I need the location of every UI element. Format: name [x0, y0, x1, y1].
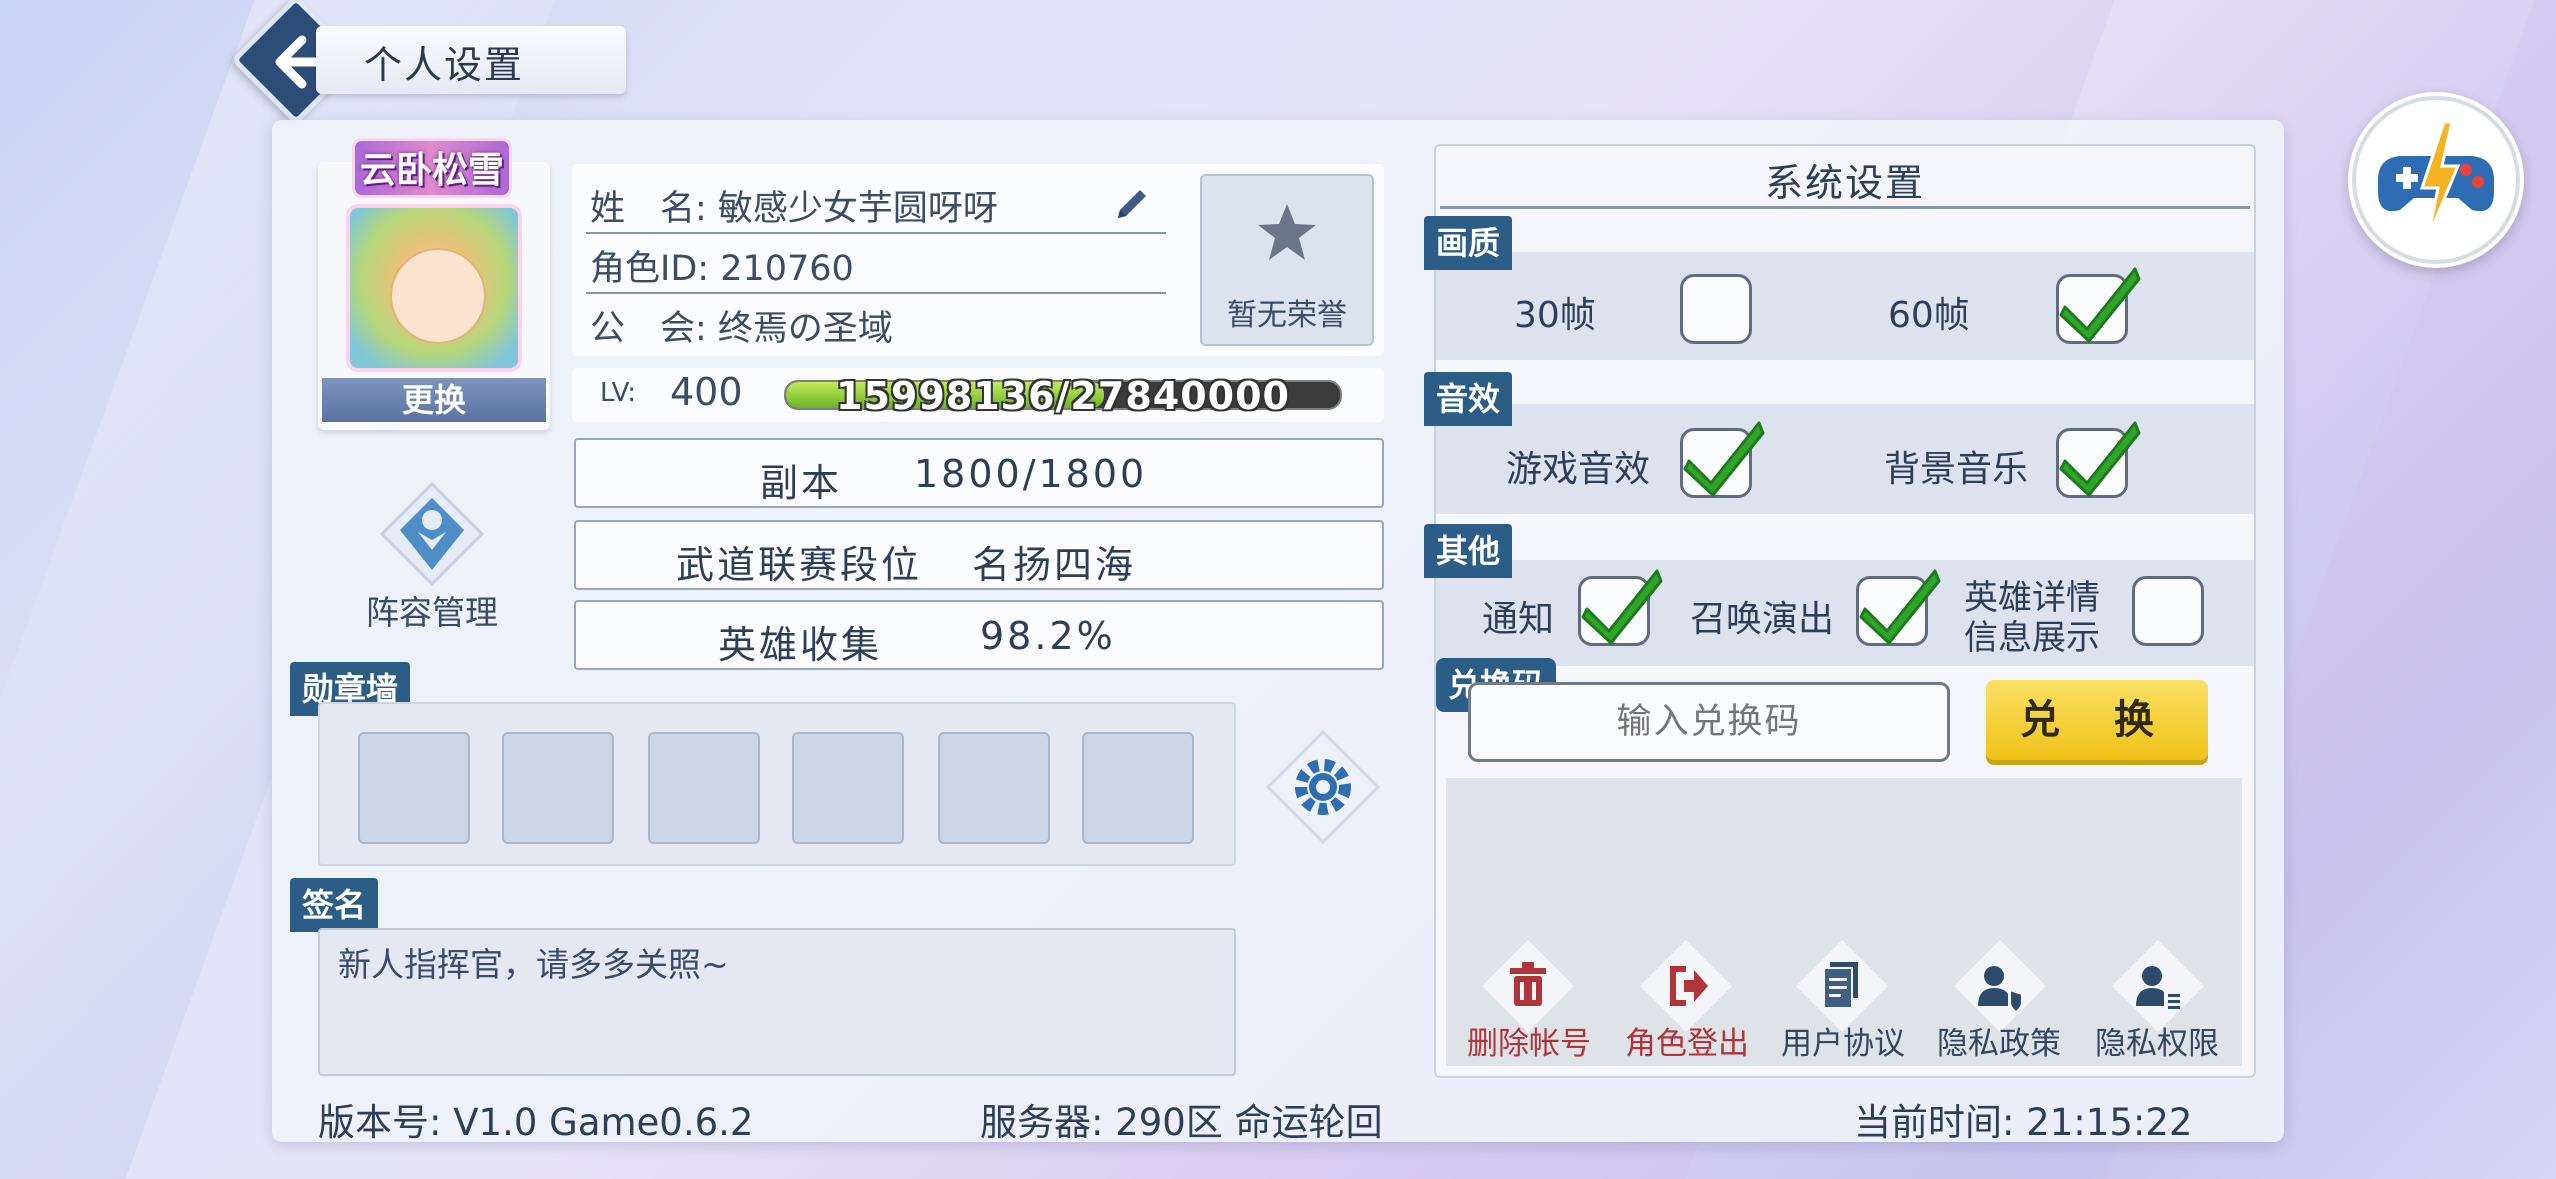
page-title: 个人设置	[364, 43, 525, 87]
other-tab: 其他	[1424, 524, 1513, 578]
version-label: 版本号: V1.0 Game0.6.2	[318, 1101, 754, 1144]
logout-button[interactable]: 角色登出	[1602, 1018, 1772, 1063]
level-label: LV:	[600, 378, 637, 408]
system-settings-title: 系统设置	[1764, 161, 1925, 205]
star-icon	[1254, 200, 1320, 266]
checkmark-icon	[1683, 421, 1765, 497]
hero-detail-label-2: 信息展示	[1964, 618, 2100, 658]
privacy-permissions-button[interactable]: 隐私权限	[2072, 1018, 2242, 1063]
stat-row-league: 武道联赛段位 名扬四海	[574, 520, 1384, 590]
gamepad-icon	[2352, 96, 2520, 264]
bgm-label: 背景音乐	[1884, 449, 2029, 490]
signature-tab: 签名	[290, 878, 379, 932]
sound-tab: 音效	[1424, 372, 1513, 426]
lineup-icon[interactable]	[378, 480, 486, 588]
honor-label: 暂无荣誉	[1227, 298, 1347, 333]
delete-account-button[interactable]: 删除帐号	[1444, 1018, 1614, 1063]
summon-label: 召唤演出	[1690, 599, 1835, 640]
medal-slot[interactable]	[502, 732, 614, 844]
signature-text: 新人指挥官，请多多关照~	[338, 945, 729, 984]
exp-text: 15998136/27840000	[836, 374, 1290, 418]
medal-slot[interactable]	[648, 732, 760, 844]
medal-slot[interactable]	[938, 732, 1050, 844]
level-value: 400	[670, 370, 743, 414]
fps60-checkbox[interactable]	[2056, 267, 2141, 344]
quality-tab: 画质	[1424, 216, 1513, 270]
fps60-label: 60帧	[1888, 295, 1970, 336]
avatar[interactable]	[346, 204, 522, 372]
role-id-row: 角色ID: 210760	[590, 249, 854, 289]
checkmark-icon	[1859, 569, 1941, 645]
gear-icon[interactable]	[1264, 728, 1382, 846]
change-avatar-button[interactable]: 更换	[322, 378, 546, 422]
game-sound-label: 游戏音效	[1506, 449, 1651, 490]
fps30-label: 30帧	[1514, 295, 1596, 336]
summon-checkbox[interactable]	[1856, 569, 1941, 646]
redeem-code-input[interactable]	[1468, 682, 1950, 762]
notify-checkbox[interactable]	[1578, 569, 1663, 646]
bgm-checkbox[interactable]	[2056, 421, 2141, 498]
medal-slot[interactable]	[792, 732, 904, 844]
checkmark-icon	[2059, 267, 2141, 343]
server-label: 服务器: 290区 命运轮回	[980, 1101, 1383, 1144]
medal-slot[interactable]	[1082, 732, 1194, 844]
current-time-label: 当前时间: 21:15:22	[1854, 1101, 2193, 1144]
user-agreement-button[interactable]: 用户协议	[1758, 1018, 1928, 1063]
medal-slot[interactable]	[358, 732, 470, 844]
edit-name-icon[interactable]	[1110, 182, 1154, 226]
game-sound-checkbox[interactable]	[1680, 421, 1765, 498]
stat-row-dungeon: 副本 1800/1800	[574, 438, 1384, 508]
privacy-policy-button[interactable]: 隐私政策	[1914, 1018, 2084, 1063]
redeem-button[interactable]: 兑 换	[1986, 680, 2208, 760]
gamepad-float-button[interactable]	[2348, 92, 2524, 268]
guild-row: 公 会: 终焉の圣域	[590, 309, 893, 349]
name-row: 姓 名: 敏感少女芋圆呀呀	[590, 189, 998, 229]
fps30-checkbox[interactable]	[1680, 274, 1752, 344]
stat-row-collection: 英雄收集 98.2%	[574, 600, 1384, 670]
lineup-management-label[interactable]: 阵容管理	[366, 586, 498, 634]
notify-label: 通知	[1482, 599, 1555, 640]
checkmark-icon	[1581, 569, 1663, 645]
hero-detail-checkbox[interactable]	[2132, 576, 2204, 646]
avatar-badge: 云卧松雪	[352, 138, 512, 198]
checkmark-icon	[2059, 421, 2141, 497]
